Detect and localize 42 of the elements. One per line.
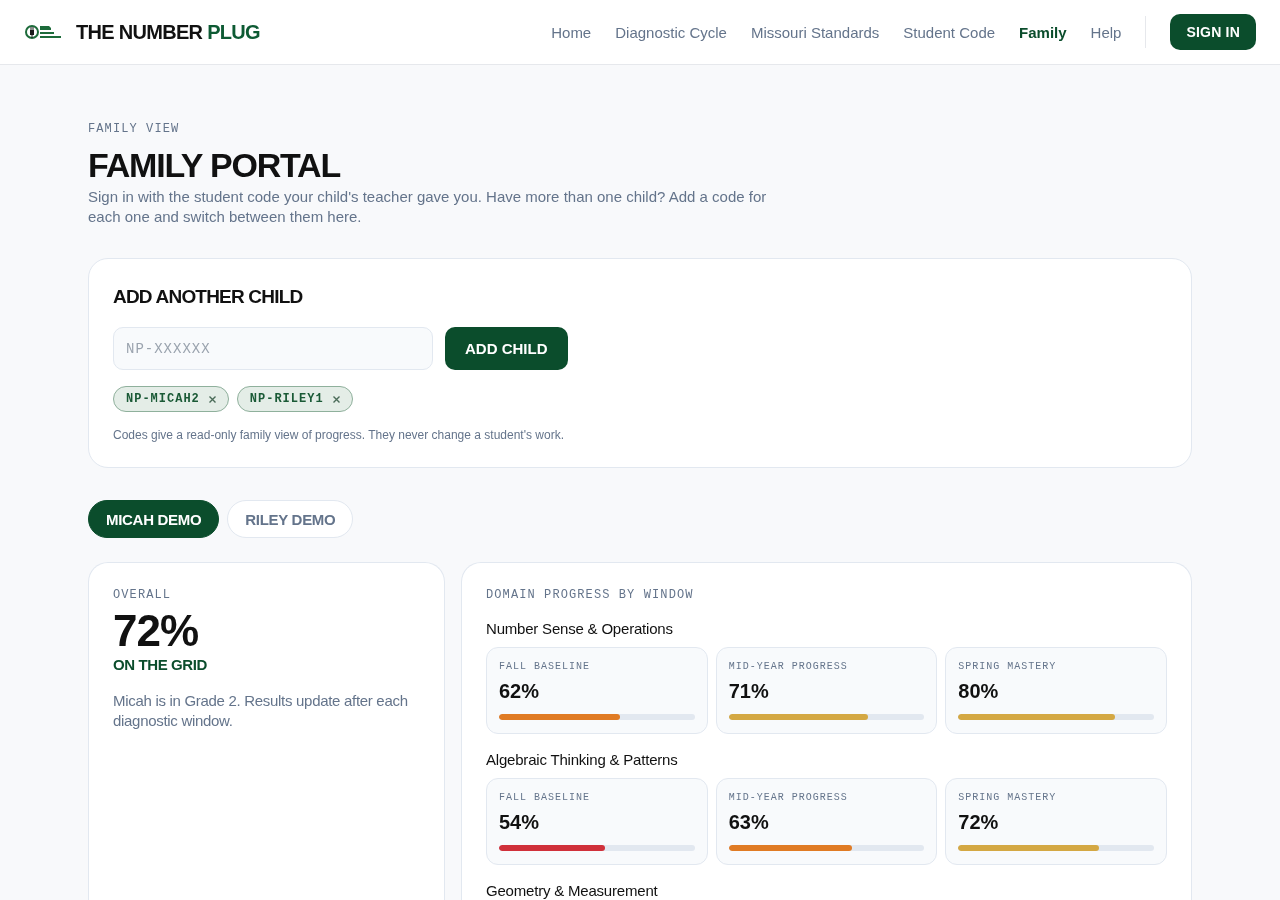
window-score: 71% (728, 679, 770, 704)
page-description: Sign in with the student code your child's teacher gave you. Have more than one child? Add a code for each one and switch between them here. (88, 187, 768, 227)
nav-link[interactable]: Home (551, 23, 592, 41)
window-label: MID-YEAR PROGRESS (728, 660, 849, 674)
section-label: DOMAIN PROGRESS BY WINDOW (486, 587, 695, 603)
overall-score: 72% (113, 607, 200, 655)
eyebrow-label: FAMILY VIEW (88, 121, 181, 137)
nav-link[interactable]: Family (1019, 23, 1067, 41)
logo-icon[interactable] (25, 22, 63, 42)
window-label: FALL BASELINE (499, 660, 591, 674)
window-label: FALL BASELINE (499, 791, 591, 805)
overall-status: ON THE GRID (113, 655, 208, 675)
window-score: 54% (499, 810, 541, 835)
child-tab[interactable]: MICAH DEMO (88, 500, 220, 538)
add-child-button[interactable]: ADD CHILD (445, 327, 568, 370)
nav-link[interactable]: Diagnostic Cycle (615, 23, 727, 41)
window-score: 80% (958, 679, 1000, 704)
helper-note: Codes give a read-only family view of progress. They never change a student's work. (113, 427, 565, 443)
card-title: ADD ANOTHER CHILD (113, 285, 304, 309)
domain-name: Geometry & Measurement (486, 881, 659, 900)
overall-description: Micah is in Grade 2. Results update after each diagnostic window. (113, 691, 409, 731)
child-tab[interactable]: RILEY DEMO (227, 500, 354, 538)
sign-in-button[interactable]: SIGN IN (1170, 14, 1256, 50)
domain-name: Algebraic Thinking & Patterns (486, 750, 679, 770)
nav-link[interactable]: Help (1090, 23, 1122, 41)
window-label: MID-YEAR PROGRESS (728, 791, 849, 805)
window-label: SPRING MASTERY (958, 660, 1058, 674)
code-chip[interactable]: NP-RILEY1 (236, 386, 353, 412)
nav-link[interactable]: Student Code (903, 23, 996, 41)
code-chip[interactable]: NP-MICAH2 (113, 386, 229, 412)
close-icon[interactable] (332, 395, 340, 403)
window-score: 62% (499, 679, 541, 704)
overall-label: OVERALL (113, 587, 173, 603)
close-icon[interactable] (208, 395, 216, 403)
nav-link[interactable]: Missouri Standards (750, 23, 880, 41)
code-input[interactable]: NP-XXXXXX (113, 327, 433, 370)
page-title: FAMILY PORTAL (88, 145, 342, 185)
window-score: 63% (728, 810, 770, 835)
window-label: SPRING MASTERY (958, 791, 1058, 805)
window-score: 72% (958, 810, 1000, 835)
domain-name: Number Sense & Operations (486, 619, 674, 639)
brand-name: THE NUMBER PLUG (76, 20, 260, 44)
